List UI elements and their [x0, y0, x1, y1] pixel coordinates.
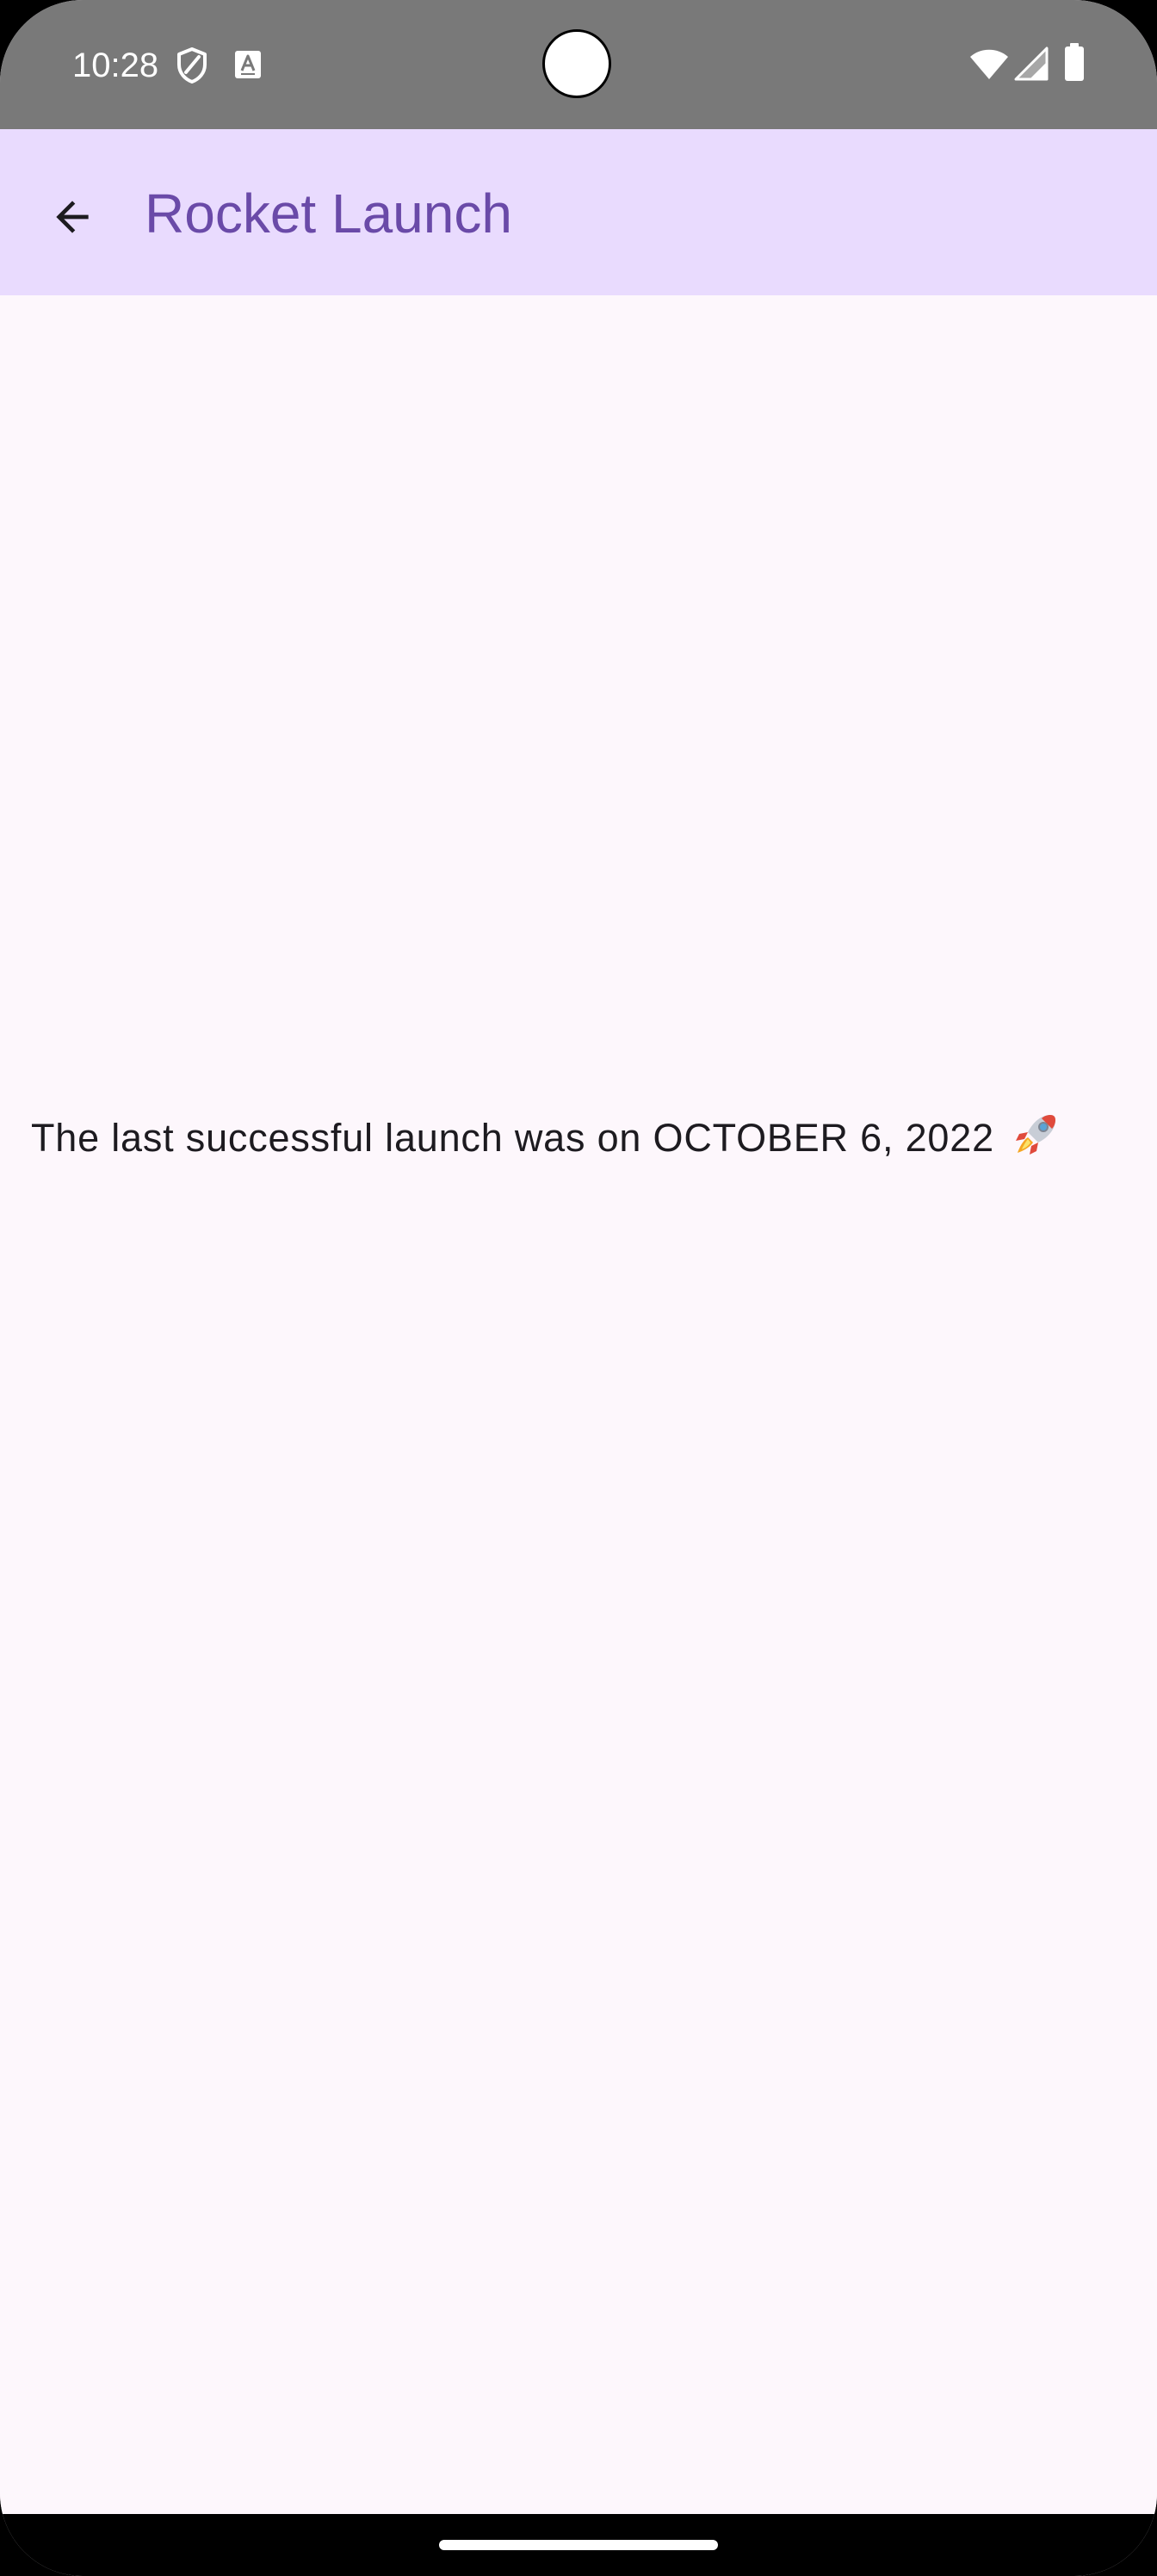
main-content: [0, 295, 1157, 2514]
shield-icon: [177, 47, 207, 84]
top-app-bar: Rocket Launch: [0, 129, 1157, 295]
device-frame: 10:28 Rocket Launch The last successful …: [0, 0, 1157, 2576]
back-button[interactable]: [38, 183, 107, 251]
cell-signal-icon: [1014, 46, 1049, 81]
wifi-icon: [970, 49, 1008, 79]
page-title: Rocket Launch: [145, 183, 512, 245]
launch-message: The last successful launch was on OCTOBE…: [31, 1110, 1133, 1164]
camera-cutout: [542, 29, 611, 98]
keyboard-a-icon: [235, 51, 261, 78]
home-indicator[interactable]: [439, 2540, 718, 2550]
status-time: 10:28: [72, 46, 159, 84]
rocket-emoji-icon: [1016, 1115, 1056, 1155]
launch-message-text: The last successful launch was on OCTOBE…: [31, 1116, 994, 1160]
battery-icon: [1065, 43, 1084, 81]
arrow-back-icon: [56, 201, 89, 233]
status-bar: 10:28: [0, 0, 1157, 129]
screen: 10:28 Rocket Launch The last successful …: [0, 0, 1157, 2576]
